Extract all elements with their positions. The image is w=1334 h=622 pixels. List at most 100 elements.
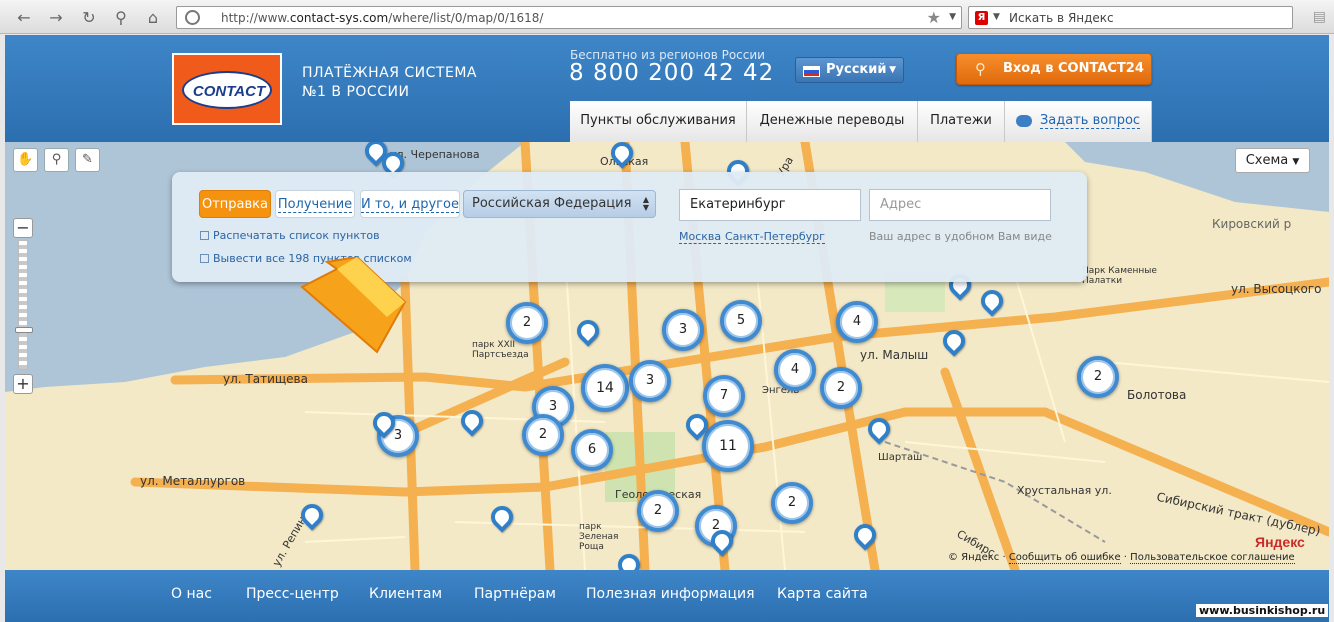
filter-receive-label: Получение: [277, 197, 353, 213]
bookmark-star-icon[interactable]: ★: [927, 8, 941, 27]
cluster-marker[interactable]: 14: [581, 364, 629, 412]
city-link-moscow[interactable]: Москва: [679, 230, 722, 244]
cluster-marker[interactable]: 4: [836, 301, 878, 343]
tab-payments[interactable]: Платежи: [918, 101, 1005, 142]
cluster-marker[interactable]: 3: [662, 309, 704, 351]
park-label: парк Зеленая Роща: [579, 522, 619, 552]
home-icon[interactable]: ⌂: [143, 8, 163, 28]
filter-both-button[interactable]: И то, и другое: [360, 190, 460, 218]
street-label: ул. Высоцкого: [1231, 282, 1322, 296]
user-agreement-link[interactable]: Пользовательское соглашение: [1130, 552, 1295, 564]
print-list-link[interactable]: Распечатать список пунктов: [200, 229, 380, 242]
logo-text: CONTACT: [192, 83, 266, 100]
logo-oval: CONTACT: [182, 71, 272, 109]
search-placeholder: Искать в Яндекс: [1009, 11, 1114, 25]
park-label: Парк Каменные Палатки: [1082, 266, 1157, 286]
forward-icon[interactable]: →: [46, 8, 66, 28]
russian-flag-icon: [803, 66, 820, 77]
key-icon[interactable]: ⚲: [111, 8, 131, 28]
yandex-logo[interactable]: Яндекс: [1255, 534, 1305, 550]
site-footer: О нас Пресс-центр Клиентам Партнёрам Пол…: [5, 570, 1329, 622]
zoom-slider[interactable]: [15, 240, 33, 370]
report-error-link[interactable]: Сообщить об ошибке: [1008, 552, 1121, 564]
cluster-marker[interactable]: 2: [1077, 356, 1119, 398]
contact-logo[interactable]: CONTACT: [172, 53, 282, 125]
back-icon[interactable]: ←: [14, 8, 34, 28]
map-view[interactable]: ул. Татищева ул. Металлургов ул. Малыш у…: [5, 142, 1329, 570]
url-dropdown-icon[interactable]: ▼: [949, 12, 956, 22]
cluster-marker[interactable]: 2: [820, 367, 862, 409]
login-contact24-button[interactable]: ⚲ Вход в CONTACT24: [956, 53, 1152, 85]
district-label: Кировский р: [1212, 217, 1292, 231]
copy-icon: [200, 254, 209, 263]
site-header: CONTACT ПЛАТЁЖНАЯ СИСТЕМА №1 В РОССИИ Бе…: [5, 35, 1329, 142]
address-bar[interactable]: http://www.contact-sys.com/where/list/0/…: [176, 6, 962, 29]
browser-toolbar: ← → ↻ ⚲ ⌂ http://www.contact-sys.com/whe…: [0, 0, 1334, 34]
yandex-logo-text: Яндекс: [1255, 534, 1305, 550]
url-text: http://www.contact-sys.com/where/list/0/…: [221, 11, 544, 25]
footer-link-useful-info[interactable]: Полезная информация: [586, 586, 755, 602]
select-arrows-icon: ▲ ▼: [642, 195, 649, 212]
menu-icon[interactable]: ▤: [1313, 9, 1326, 25]
address-input[interactable]: Адрес: [869, 189, 1051, 221]
ask-question-label: Задать вопрос: [1039, 113, 1141, 129]
cluster-marker[interactable]: 2: [637, 490, 679, 532]
phone-number: 8 800 200 42 42: [569, 60, 775, 86]
zoom-out-button[interactable]: −: [13, 218, 33, 238]
street-label: Болотова: [1127, 388, 1187, 402]
search-engine-dropdown-icon[interactable]: ▼: [993, 12, 1000, 22]
cluster-marker[interactable]: 3: [629, 360, 671, 402]
zoom-slider-knob[interactable]: [15, 327, 33, 333]
country-value: Российская Федерация: [472, 196, 632, 211]
city-link-spb[interactable]: Санкт-Петербург: [725, 230, 825, 244]
country-select[interactable]: Российская Федерация ▲ ▼: [463, 190, 656, 218]
yandex-search-icon[interactable]: Я: [975, 11, 988, 25]
map-layer-select[interactable]: Схема ▼: [1235, 148, 1310, 173]
map-copyright: © Яндекс · Сообщить об ошибке · Пользова…: [948, 552, 1295, 564]
cluster-marker[interactable]: 6: [571, 429, 613, 471]
footer-link-partners[interactable]: Партнёрам: [474, 586, 556, 602]
cluster-marker[interactable]: 7: [703, 375, 745, 417]
street-label: ул. Металлургов: [140, 474, 246, 488]
globe-icon: [185, 10, 200, 25]
place-label: Шарташ: [878, 452, 923, 463]
magnifier-tool-icon[interactable]: ⚲: [44, 148, 69, 172]
footer-link-clients[interactable]: Клиентам: [369, 586, 442, 602]
tab-money-transfers[interactable]: Денежные переводы: [747, 101, 918, 142]
street-label: ул. Татищева: [223, 372, 308, 386]
zoom-in-button[interactable]: +: [13, 374, 33, 394]
key-icon: ⚲: [975, 60, 986, 78]
filter-send-button[interactable]: Отправка: [199, 190, 271, 218]
cluster-marker[interactable]: 5: [720, 300, 762, 342]
print-list-label: Распечатать список пунктов: [213, 229, 380, 242]
ruler-tool-icon[interactable]: ✎: [75, 148, 100, 172]
speech-bubble-icon: [1015, 114, 1032, 127]
orange-pointer-arrow-icon: [300, 257, 407, 354]
chevron-down-icon: ▼: [889, 65, 896, 75]
filter-both-label: И то, и другое: [361, 197, 459, 213]
cluster-marker[interactable]: 2: [522, 414, 564, 456]
address-hint: Ваш адрес в удобном Вам виде: [869, 230, 1052, 243]
hand-tool-icon[interactable]: ✋: [13, 148, 38, 172]
cluster-marker[interactable]: 11: [702, 420, 754, 472]
language-select[interactable]: Русский ▼: [795, 57, 904, 83]
copy-icon: [200, 231, 209, 240]
city-input[interactable]: Екатеринбург: [679, 189, 861, 221]
login-label: Вход в CONTACT24: [1003, 61, 1144, 76]
cluster-marker[interactable]: 4: [774, 349, 816, 391]
footer-link-press[interactable]: Пресс-центр: [246, 586, 339, 602]
tab-service-points[interactable]: Пункты обслуживания: [570, 101, 747, 142]
cluster-marker[interactable]: 2: [506, 302, 548, 344]
reload-icon[interactable]: ↻: [79, 8, 99, 28]
tab-ask-question[interactable]: Задать вопрос: [1005, 101, 1152, 142]
language-label: Русский: [826, 62, 887, 77]
filter-receive-button[interactable]: Получение: [275, 190, 355, 218]
street-label: Хрустальная ул.: [1017, 484, 1112, 497]
footer-link-about[interactable]: О нас: [171, 586, 212, 602]
map-layer-label: Схема: [1245, 153, 1289, 168]
footer-link-sitemap[interactable]: Карта сайта: [777, 586, 868, 602]
browser-search-box[interactable]: Я ▼ Искать в Яндекс: [968, 6, 1293, 29]
zoom-control: − +: [13, 218, 33, 394]
chevron-down-icon: ▼: [1292, 157, 1300, 167]
cluster-marker[interactable]: 2: [771, 482, 813, 524]
